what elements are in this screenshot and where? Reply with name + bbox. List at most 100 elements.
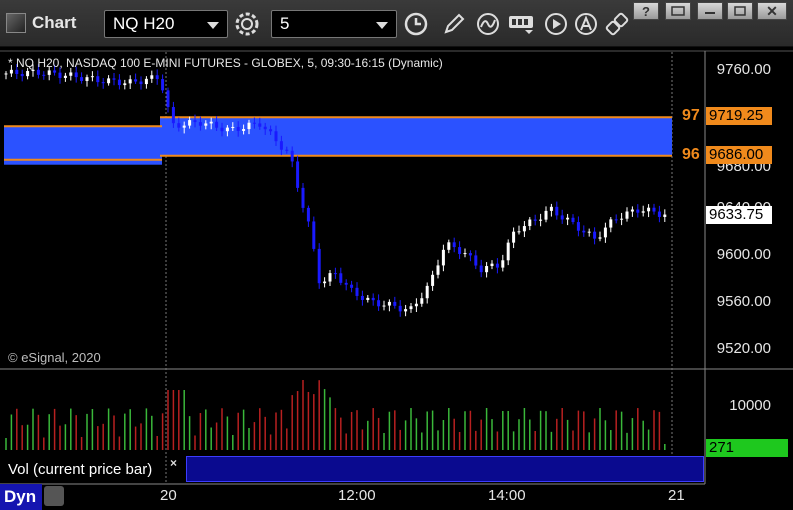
candle-body — [404, 309, 408, 312]
candle-body — [263, 126, 267, 130]
supply-zone-right[interactable] — [160, 117, 672, 156]
candle-body — [458, 247, 462, 254]
candle-body — [188, 120, 192, 126]
candle-body — [652, 207, 656, 212]
candle-body — [582, 230, 586, 233]
candle-body — [328, 273, 332, 282]
candle-body — [344, 282, 348, 285]
candle-body — [593, 231, 597, 239]
candle-body — [150, 75, 154, 79]
candle-body — [393, 301, 397, 306]
candle-body — [182, 125, 186, 128]
candle-body — [53, 70, 57, 73]
volume-study-bar[interactable] — [186, 456, 704, 482]
candle-body — [74, 72, 78, 78]
upper-level-tag: 9719.25 — [706, 107, 772, 125]
candle-body — [128, 79, 132, 84]
candle-body — [636, 209, 640, 213]
candle-body — [603, 227, 607, 238]
copyright-text: © eSignal, 2020 — [8, 350, 101, 365]
candle-body — [279, 141, 283, 150]
lock-icon[interactable] — [44, 486, 64, 506]
candle-body — [339, 273, 343, 283]
candle-body — [506, 242, 510, 261]
last-price-tag: 9633.75 — [706, 206, 772, 224]
candle-body — [495, 263, 499, 268]
candle-body — [20, 73, 24, 77]
time-label: 12:00 — [338, 487, 376, 504]
candle-body — [9, 69, 13, 74]
candle-body — [587, 231, 591, 233]
candle-body — [112, 78, 116, 80]
candle-body — [323, 281, 327, 284]
candle-body — [166, 90, 170, 108]
candle-body — [630, 209, 634, 212]
candle-body — [204, 123, 208, 126]
candle-body — [625, 211, 629, 219]
candle-body — [398, 305, 402, 312]
price-label: 9560.00 — [716, 293, 771, 310]
candle-body — [620, 218, 624, 220]
dynamic-mode-button[interactable]: Dyn — [0, 484, 42, 510]
candle-body — [549, 206, 553, 211]
candle-body — [447, 242, 451, 250]
candle-body — [58, 72, 62, 78]
candle-body — [301, 187, 305, 208]
lower-level-tag: 9686.00 — [706, 146, 772, 164]
volume-study-label[interactable]: Vol (current price bar) — [8, 458, 161, 482]
candle-body — [555, 206, 559, 216]
candle-body — [4, 73, 8, 75]
candle-body — [560, 215, 564, 220]
candle-body — [431, 274, 435, 286]
candle-body — [657, 211, 661, 217]
candle-body — [306, 207, 310, 222]
candle-body — [63, 75, 67, 78]
candle-body — [641, 211, 645, 213]
candle-body — [544, 210, 548, 220]
candle-body — [485, 266, 489, 273]
candle-body — [609, 219, 613, 228]
candle-body — [123, 83, 127, 86]
candle-body — [134, 79, 138, 82]
candle-body — [107, 78, 111, 84]
candle-body — [350, 284, 354, 288]
candle-body — [85, 77, 89, 81]
candle-body — [420, 298, 424, 304]
volume-bars-group — [5, 380, 666, 450]
candle-body — [468, 253, 472, 256]
candle-body — [80, 77, 84, 81]
chart-canvas[interactable] — [0, 0, 793, 510]
candle-body — [377, 300, 381, 307]
candle-body — [452, 242, 456, 248]
candle-body — [614, 219, 618, 221]
candle-body — [366, 297, 370, 300]
candle-body — [533, 219, 537, 221]
candle-body — [15, 69, 19, 74]
candle-body — [360, 295, 364, 300]
candle-body — [441, 249, 445, 266]
candle-body — [436, 265, 440, 275]
candle-body — [474, 255, 478, 266]
candle-body — [517, 231, 521, 233]
candles-group — [4, 64, 667, 317]
price-label: 9520.00 — [716, 340, 771, 357]
candle-body — [236, 126, 240, 131]
candle-body — [571, 217, 575, 223]
candle-body — [177, 123, 181, 128]
lower-level-short-label: 96 — [682, 146, 700, 163]
time-label: 20 — [160, 487, 177, 504]
time-label: 14:00 — [488, 487, 526, 504]
candle-body — [101, 82, 105, 84]
candle-body — [425, 285, 429, 299]
candle-body — [528, 219, 532, 227]
candle-body — [522, 226, 526, 232]
candle-body — [387, 301, 391, 306]
candle-body — [490, 263, 494, 267]
upper-level-short-label: 97 — [682, 107, 700, 124]
candle-body — [479, 265, 483, 273]
candle-body — [312, 221, 316, 249]
candle-body — [242, 129, 246, 131]
close-study-icon[interactable]: × — [170, 456, 177, 470]
candle-body — [371, 297, 375, 301]
candle-body — [144, 78, 148, 85]
